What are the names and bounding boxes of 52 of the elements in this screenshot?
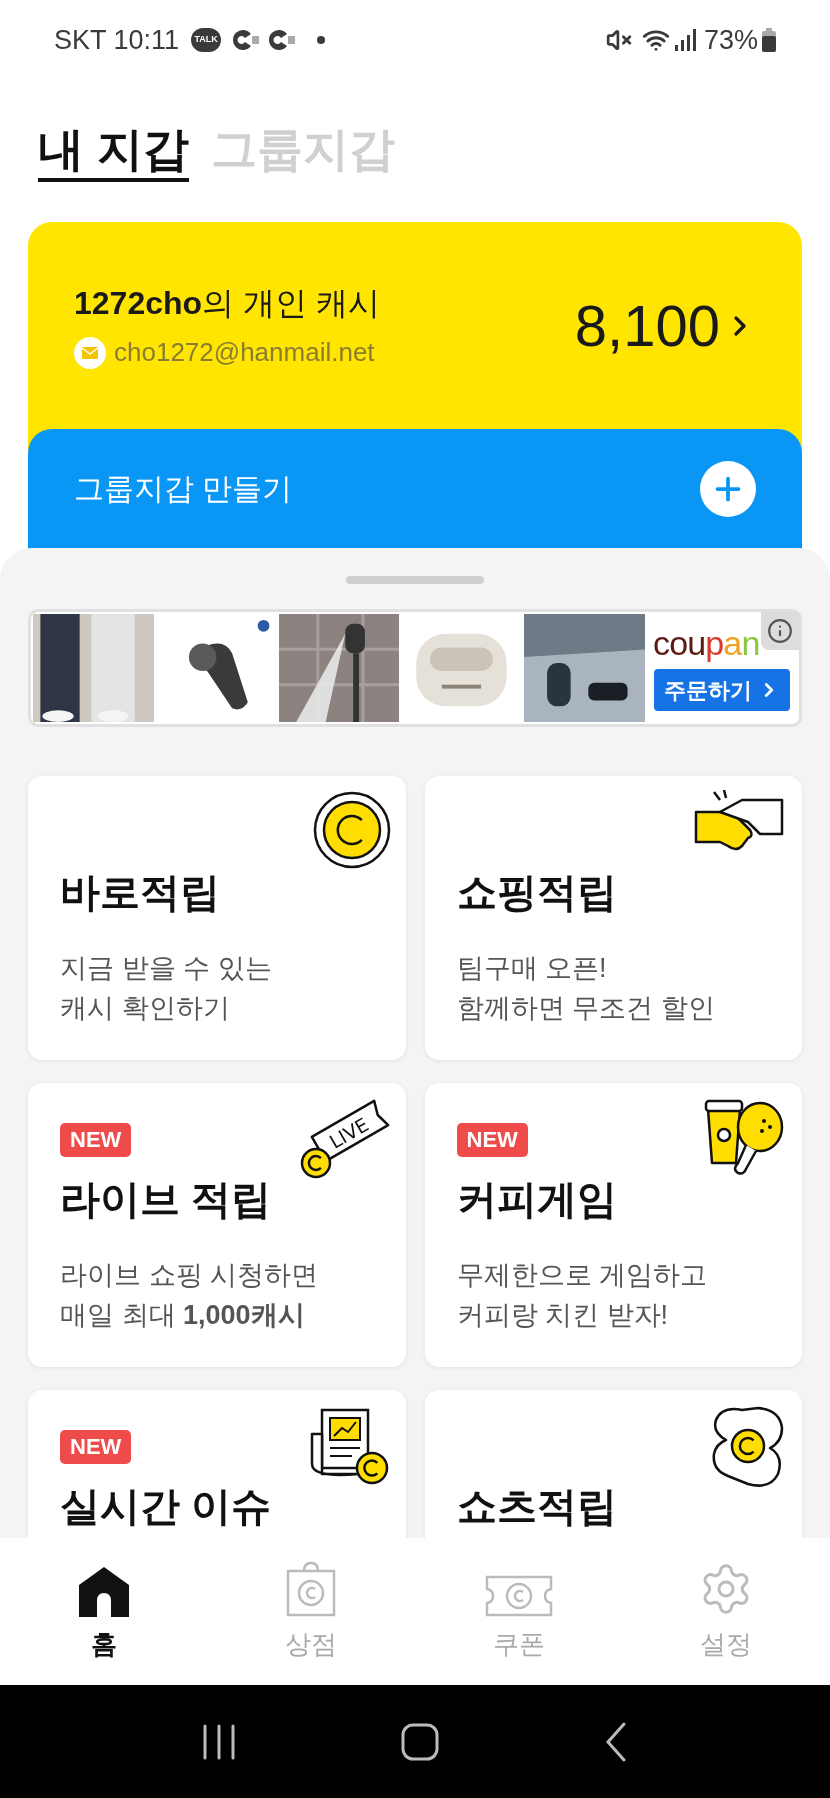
ad-banner[interactable]: coupan 주문하기 [28, 609, 802, 727]
card-description: 무제한으로 게임하고 [456, 1259, 708, 1292]
notification-icon [269, 28, 296, 52]
feature-card[interactable]: NEW 실시간 이슈 [28, 1390, 406, 1538]
card-description: 지금 받을 수 있는 [60, 952, 273, 985]
create-group-label: 그룹지갑 만들기 [74, 471, 294, 507]
brand-logo: coupan [653, 625, 760, 661]
card-title: 쇼핑적립 [456, 869, 618, 916]
card-title: 쇼츠적립 [456, 1483, 618, 1530]
new-badge: NEW [60, 1123, 132, 1157]
info-icon [767, 618, 793, 644]
notification-icon [233, 28, 260, 52]
status-time: SKT 10:11 [54, 23, 180, 57]
wallet-email: cho1272@hanmail.net [114, 336, 375, 369]
wallet-tab[interactable]: 내 지갑 [38, 120, 189, 182]
feature-card[interactable]: 쇼츠적립 [424, 1390, 802, 1538]
feature-card[interactable]: NEW 커피게임 무제한으로 게임하고 커피랑 치킨 받자! [424, 1083, 802, 1367]
feature-card[interactable]: 바로적립 지금 받을 수 있는 캐시 확인하기 [28, 776, 406, 1060]
card-description: 매일 최대 1,000캐시 [60, 1299, 306, 1332]
recent-apps-icon[interactable] [202, 1723, 237, 1760]
shopping-bag-icon [286, 1561, 337, 1617]
card-title: 라이브 적립 [60, 1176, 273, 1223]
new-badge: NEW [60, 1430, 132, 1464]
wallet-card[interactable]: 1272cho의 개인 캐시 cho1272@hanmail.net 8,100 [28, 222, 802, 429]
home-button-icon[interactable] [401, 1722, 439, 1761]
card-title: 커피게임 [456, 1176, 618, 1223]
card-description: 캐시 확인하기 [60, 992, 231, 1025]
back-icon[interactable] [603, 1721, 628, 1762]
signal-icon [673, 29, 696, 51]
order-button[interactable]: 주문하기 [654, 669, 790, 711]
coin-icon [311, 790, 392, 870]
card-description: 팀구매 오픈! [456, 952, 608, 985]
feature-card[interactable]: 쇼핑적립 팀구매 오픈! 함께하면 무조건 할인 [424, 776, 802, 1060]
card-description: 함께하면 무조건 할인 [456, 992, 716, 1025]
battery-icon [762, 28, 776, 52]
notification-badge: TALK [191, 28, 222, 52]
new-badge: NEW [456, 1123, 528, 1157]
card-title: 실시간 이슈 [60, 1483, 273, 1530]
sheet-handle[interactable] [346, 576, 484, 584]
home-icon [76, 1565, 131, 1617]
mute-icon [605, 27, 632, 53]
mail-icon [74, 336, 106, 369]
card-description: 라이브 쇼핑 시청하면 [60, 1259, 319, 1292]
feature-card[interactable]: NEW 라이브 적립 라이브 쇼핑 시청하면 매일 최대 1,000캐시 LIVE [28, 1083, 406, 1367]
battery-percent: 73% [703, 23, 758, 57]
info-button[interactable] [761, 612, 799, 650]
card-description: 커피랑 치킨 받자! [456, 1299, 669, 1332]
wallet-owner: 1272cho의 개인 캐시 [74, 284, 380, 323]
ticket-icon [484, 1575, 553, 1617]
nav-tab[interactable]: 홈 [0, 1559, 208, 1664]
card-title: 바로적립 [60, 869, 221, 916]
cash-amount: 8,100 [574, 292, 720, 360]
